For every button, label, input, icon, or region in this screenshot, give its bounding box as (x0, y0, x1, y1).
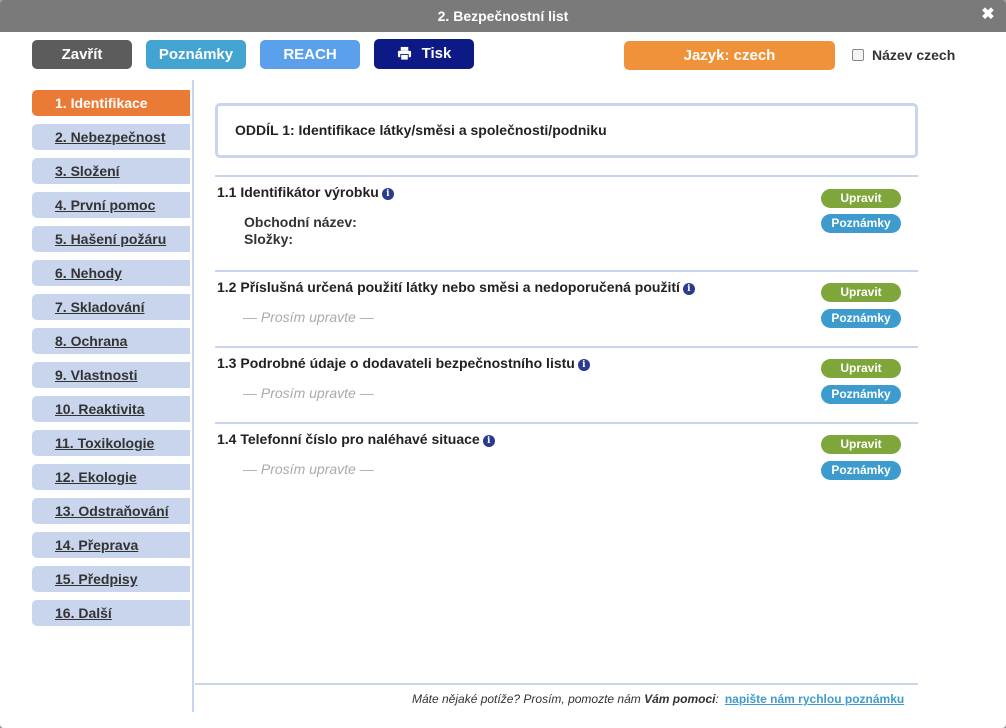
subsection-title: 1.2 Příslušná určená použití látky nebo … (217, 279, 695, 295)
info-icon[interactable]: i (381, 188, 394, 200)
print-button[interactable]: Tisk (374, 39, 474, 69)
language-button[interactable]: Jazyk: czech (624, 41, 835, 70)
dialog-titlebar: 2. Bezpečnostní list ✖ (0, 0, 1006, 32)
sidebar-item-predpisy[interactable]: 15. Předpisy (32, 566, 190, 592)
notes-button[interactable]: Poznámky (821, 461, 901, 480)
footer-divider (195, 683, 918, 685)
sidebar-item-slozeni[interactable]: 3. Složení (32, 158, 190, 184)
name-language-checkbox[interactable] (852, 49, 864, 61)
sidebar-item-ochrana[interactable]: 8. Ochrana (32, 328, 190, 354)
info-icon[interactable]: i (482, 435, 495, 447)
subsection-1-1: 1.1 Identifikátor výrobku i Obchodní náze… (215, 175, 918, 269)
sidebar-item-vlastnosti[interactable]: 9. Vlastnosti (32, 362, 190, 388)
sidebar-item-odstranovani[interactable]: 13. Odstraňování (32, 498, 190, 524)
subsection-divider (215, 422, 918, 424)
reach-button[interactable]: REACH (260, 40, 360, 69)
close-button[interactable]: Zavřít (32, 40, 132, 69)
dialog-title: 2. Bezpečnostní list (437, 8, 569, 24)
quick-note-link[interactable]: napište nám rychlou poznámku (725, 692, 904, 706)
subsection-title-text: 1.2 Příslušná určená použití látky nebo … (217, 279, 680, 295)
notes-button[interactable]: Poznámky (821, 309, 901, 328)
notes-button[interactable]: Poznámky (821, 214, 901, 233)
sidebar-item-reaktivita[interactable]: 10. Reaktivita (32, 396, 190, 422)
subsection-1-3: 1.3 Podrobné údaje o dodavateli bezpečno… (215, 346, 918, 422)
section-title: ODDÍL 1: Identifikace látky/směsi a spol… (235, 122, 607, 138)
subsection-title: 1.3 Podrobné údaje o dodavateli bezpečno… (217, 355, 590, 371)
name-language-toggle[interactable]: Název czech (852, 46, 955, 64)
placeholder-text: — Prosím upravte — (243, 385, 374, 401)
trade-name-label: Obchodní název: (244, 214, 357, 230)
sidebar-item-haseni-pozaru[interactable]: 5. Hašení požáru (32, 226, 190, 252)
sidebar-item-nebezpecnost[interactable]: 2. Nebezpečnost (32, 124, 190, 150)
subsection-title: 1.4 Telefonní číslo pro naléhavé situace… (217, 431, 495, 447)
sidebar-item-dalsi[interactable]: 16. Další (32, 600, 190, 626)
subsection-1-2: 1.2 Příslušná určená použití látky nebo … (215, 270, 918, 346)
info-icon[interactable]: i (682, 283, 695, 295)
section-header: ODDÍL 1: Identifikace látky/směsi a spol… (215, 103, 918, 158)
edit-button[interactable]: Upravit (821, 283, 901, 302)
subsection-title-text: 1.4 Telefonní číslo pro naléhavé situace (217, 431, 480, 447)
subsection-title-text: 1.1 Identifikátor výrobku (217, 184, 379, 200)
subsection-divider (215, 270, 918, 272)
sidebar-divider (192, 80, 194, 712)
help-colon: : (715, 692, 719, 706)
components-label: Složky: (244, 231, 294, 247)
help-question: Máte nějaké potíže? Prosím, pomozte nám (412, 692, 645, 706)
sidebar-item-ekologie[interactable]: 12. Ekologie (32, 464, 190, 490)
printer-icon (397, 46, 411, 61)
print-button-label: Tisk (421, 45, 452, 62)
edit-button[interactable]: Upravit (821, 189, 901, 208)
placeholder-text: — Prosím upravte — (243, 309, 374, 325)
subsection-title: 1.1 Identifikátor výrobku i (217, 184, 394, 200)
sidebar-item-toxikologie[interactable]: 11. Toxikologie (32, 430, 190, 456)
notes-button[interactable]: Poznámky (821, 385, 901, 404)
sidebar-item-identifikace[interactable]: 1. Identifikace (32, 90, 190, 116)
sidebar-item-prvni-pomoc[interactable]: 4. První pomoc (32, 192, 190, 218)
help-footer: Máte nějaké potíže? Prosím, pomozte nám … (412, 692, 904, 706)
help-bold: Vám pomoci (644, 692, 716, 706)
subsection-title-text: 1.3 Podrobné údaje o dodavateli bezpečno… (217, 355, 575, 371)
subsection-1-4: 1.4 Telefonní číslo pro naléhavé situace… (215, 422, 918, 498)
subsection-divider (215, 175, 918, 177)
sidebar-item-preprava[interactable]: 14. Přeprava (32, 532, 190, 558)
safety-sheet-dialog: 2. Bezpečnostní list ✖ Zavřít Poznámky R… (0, 0, 1006, 728)
edit-button[interactable]: Upravit (821, 435, 901, 454)
subsection-divider (215, 346, 918, 348)
name-language-label: Název czech (872, 47, 956, 63)
sidebar-item-nehody[interactable]: 6. Nehody (32, 260, 190, 286)
edit-button[interactable]: Upravit (821, 359, 901, 378)
close-icon[interactable]: ✖ (980, 0, 996, 32)
notes-button[interactable]: Poznámky (146, 40, 246, 69)
info-icon[interactable]: i (577, 359, 590, 371)
sidebar-item-skladovani[interactable]: 7. Skladování (32, 294, 190, 320)
placeholder-text: — Prosím upravte — (243, 461, 374, 477)
